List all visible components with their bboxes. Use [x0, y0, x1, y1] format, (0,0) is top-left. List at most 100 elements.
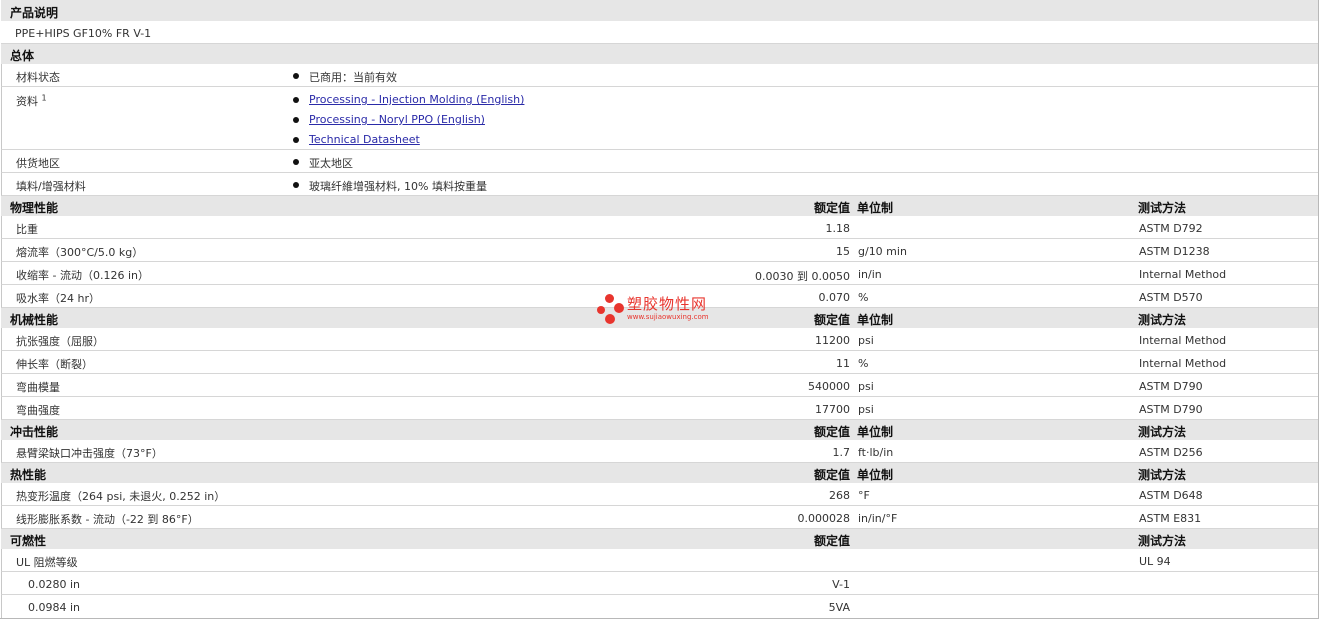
row-value: 亚太地区 — [309, 157, 353, 170]
col-unit: 单位制 — [857, 468, 894, 482]
row-value: 1.7 — [832, 446, 851, 459]
doc-link-technical-datasheet[interactable]: Technical Datasheet — [309, 133, 420, 146]
logo-dot — [605, 314, 615, 324]
property-row: 比重 1.18 ASTM D792 — [1, 216, 1318, 239]
property-row: 熔流率（300°C/5.0 kg） 15 g/10 min ASTM D1238 — [1, 239, 1318, 262]
row-value: 1.18 — [825, 222, 851, 235]
row-label: 吸水率（24 hr） — [16, 292, 100, 305]
row-value: 540000 — [808, 380, 850, 393]
row-label: 悬臂梁缺口冲击强度（73°F） — [16, 447, 163, 460]
row-method: ASTM D256 — [1139, 446, 1203, 459]
col-nominal: 额定值 — [813, 468, 850, 482]
section-title: 可燃性 — [10, 534, 47, 548]
row-value: 0.0030 到 0.0050 — [755, 270, 850, 283]
section-title: 冲击性能 — [10, 425, 59, 439]
col-nominal: 额定值 — [813, 201, 850, 215]
section-header-thermal: 热性能 额定值 单位制 测试方法 — [1, 463, 1318, 483]
row-value: 17700 — [815, 403, 850, 416]
row-method: ASTM D570 — [1139, 291, 1203, 304]
ul-rating-row: UL 阻燃等级 UL 94 — [1, 549, 1318, 572]
row-unit: in/in — [858, 268, 882, 281]
col-nominal: 额定值 — [813, 313, 850, 327]
row-label: 比重 — [16, 223, 38, 236]
bullet-icon — [293, 117, 299, 123]
footnote-marker: 1 — [41, 93, 47, 103]
row-value: 0.070 — [818, 291, 851, 304]
col-method: 测试方法 — [1138, 534, 1187, 548]
row-label: 弯曲模量 — [16, 381, 60, 394]
row-method: ASTM D1238 — [1139, 245, 1210, 258]
bullet-icon — [293, 73, 299, 79]
ul-thickness-row: 0.0984 in 5VA — [1, 595, 1318, 618]
section-header-product: 产品说明 — [1, 0, 1318, 21]
row-unit: % — [858, 357, 869, 370]
bullet-icon — [293, 97, 299, 103]
row-label: 热变形温度（264 psi, 未退火, 0.252 in） — [16, 490, 226, 503]
section-header-impact: 冲击性能 额定值 单位制 测试方法 — [1, 420, 1318, 440]
row-label: 线形膨胀系数 - 流动（-22 到 86°F） — [16, 513, 199, 526]
property-row: 悬臂梁缺口冲击强度（73°F） 1.7 ft·lb/in ASTM D256 — [1, 440, 1318, 463]
row-unit: g/10 min — [858, 245, 907, 258]
col-nominal: 额定值 — [813, 534, 850, 548]
product-name: PPE+HIPS GF10% FR V-1 — [15, 27, 152, 40]
row-value: 11 — [836, 357, 850, 370]
row-value: 5VA — [828, 601, 850, 614]
ul-thickness-row: 0.0280 in V-1 — [1, 572, 1318, 595]
section-title: 物理性能 — [10, 201, 59, 215]
product-name-row: PPE+HIPS GF10% FR V-1 — [1, 21, 1318, 44]
row-method: ASTM D790 — [1139, 403, 1203, 416]
documents-row: 资料 1 Processing - Injection Molding (Eng… — [1, 87, 1318, 150]
logo-dot — [614, 303, 624, 313]
row-label: 供货地区 — [16, 157, 60, 170]
section-header-general: 总体 — [1, 44, 1318, 64]
row-label: 0.0984 in — [28, 601, 81, 614]
row-method: ASTM E831 — [1139, 512, 1202, 525]
supply-region-row: 供货地区 亚太地区 — [1, 150, 1318, 173]
col-method: 测试方法 — [1138, 468, 1187, 482]
row-unit: psi — [858, 403, 874, 416]
row-value: V-1 — [832, 578, 850, 591]
section-title: 热性能 — [10, 468, 47, 482]
col-unit: 单位制 — [857, 201, 894, 215]
row-method: Internal Method — [1139, 357, 1227, 370]
row-method: UL 94 — [1139, 555, 1171, 568]
doc-link-injection-molding[interactable]: Processing - Injection Molding (English) — [309, 93, 524, 106]
row-value: 玻璃纤維增强材料, 10% 填料按重量 — [309, 180, 487, 193]
row-label: 抗张强度（屈服） — [16, 335, 104, 348]
row-unit: ft·lb/in — [858, 446, 894, 459]
row-method: Internal Method — [1139, 334, 1227, 347]
row-label: 0.0280 in — [28, 578, 81, 591]
row-label: 材料状态 — [16, 71, 60, 84]
row-label: 伸长率（断裂） — [16, 358, 93, 371]
row-label: 收缩率 - 流动（0.126 in） — [16, 269, 149, 282]
row-value: 15 — [836, 245, 850, 258]
section-title: 机械性能 — [10, 313, 59, 327]
row-unit: in/in/°F — [858, 512, 898, 525]
property-row: 收缩率 - 流动（0.126 in） 0.0030 到 0.0050 in/in… — [1, 262, 1318, 285]
row-unit: psi — [858, 380, 874, 393]
col-nominal: 额定值 — [813, 425, 850, 439]
watermark-url: www.sujiaowuxing.com — [627, 313, 709, 321]
row-label: 资料 1 — [16, 93, 47, 108]
row-value: 11200 — [815, 334, 850, 347]
material-status-row: 材料状态 已商用：当前有效 — [1, 64, 1318, 87]
row-unit: °F — [858, 489, 870, 502]
datasheet-table: 产品说明 PPE+HIPS GF10% FR V-1 总体 材料状态 已商用：当… — [0, 0, 1319, 619]
col-method: 测试方法 — [1138, 425, 1187, 439]
row-unit: % — [858, 291, 869, 304]
row-value: 0.000028 — [797, 512, 851, 525]
section-header-flammability: 可燃性 额定值 测试方法 — [1, 529, 1318, 549]
row-label: 熔流率（300°C/5.0 kg） — [16, 246, 144, 259]
property-row: 伸长率（断裂） 11 % Internal Method — [1, 351, 1318, 374]
row-value: 已商用：当前有效 — [309, 71, 397, 84]
col-unit: 单位制 — [857, 313, 894, 327]
section-title: 产品说明 — [10, 6, 59, 20]
col-method: 测试方法 — [1138, 313, 1187, 327]
logo-dot — [605, 294, 614, 303]
row-label: 填料/增强材料 — [16, 180, 86, 193]
property-row: 弯曲强度 17700 psi ASTM D790 — [1, 397, 1318, 420]
bullet-icon — [293, 137, 299, 143]
row-label: UL 阻燃等级 — [16, 556, 78, 569]
doc-link-noryl-ppo[interactable]: Processing - Noryl PPO (English) — [309, 113, 485, 126]
property-row: 热变形温度（264 psi, 未退火, 0.252 in） 268 °F AST… — [1, 483, 1318, 506]
